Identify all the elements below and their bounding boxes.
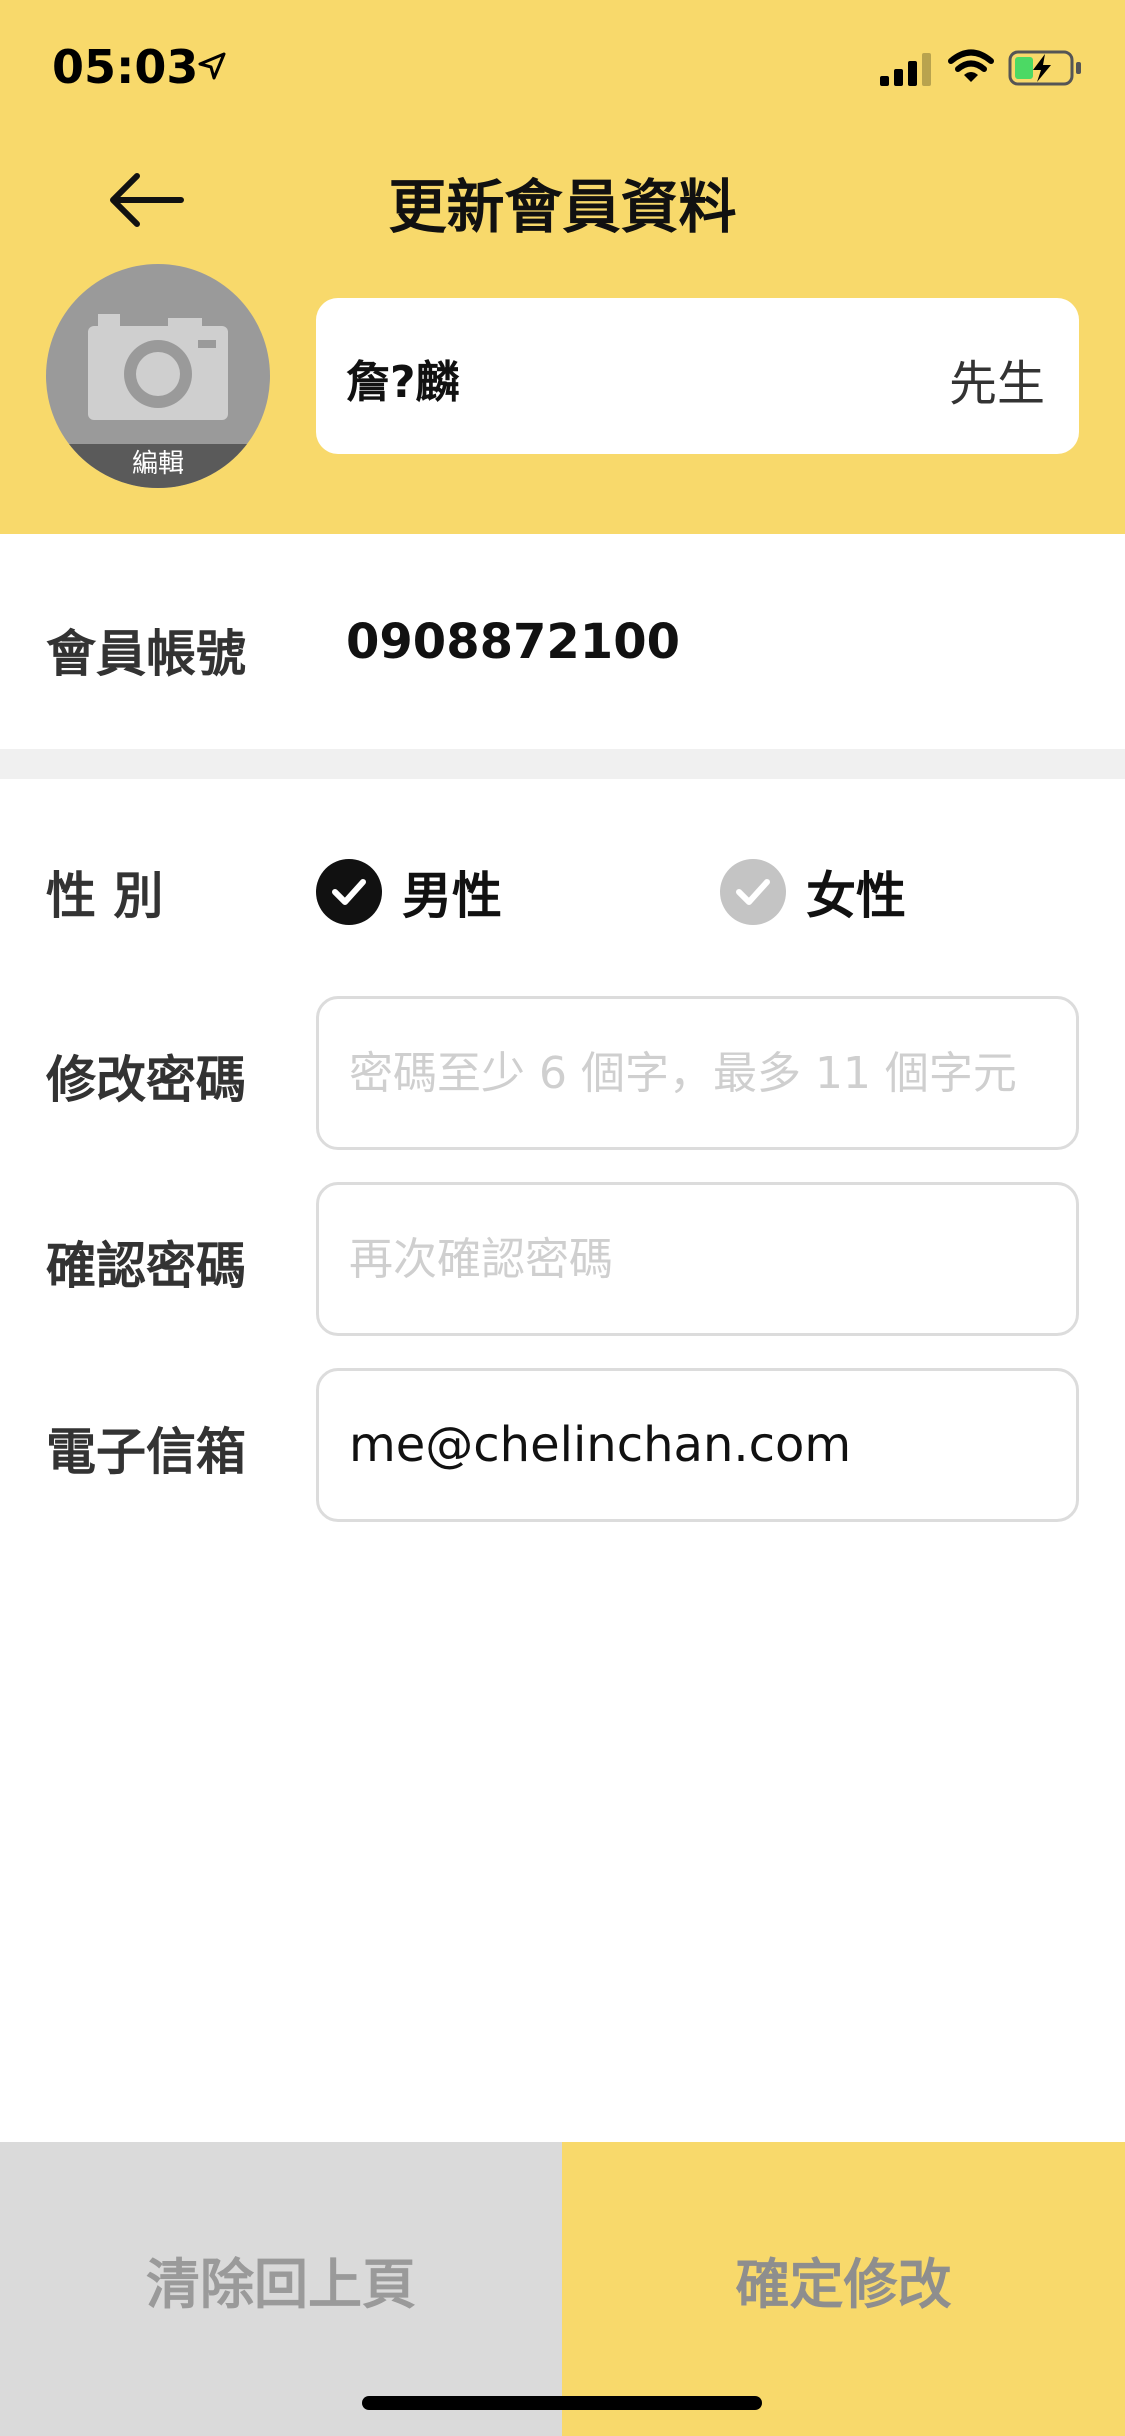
confirm-password-label: 確認密碼 xyxy=(46,1237,246,1295)
account-label: 會員帳號 xyxy=(46,625,246,683)
member-name: 詹?麟 xyxy=(346,357,460,408)
avatar[interactable]: 編輯 xyxy=(46,264,270,488)
gender-option-label: 女性 xyxy=(806,867,906,925)
header: 05:03 更新會員資料 編輯 詹?麟 先生 xyxy=(0,0,1125,534)
page-title: 更新會員資料 xyxy=(388,173,737,241)
check-circle-icon xyxy=(720,859,786,925)
gender-option-female[interactable]: 女性 xyxy=(720,856,906,928)
password-label: 修改密碼 xyxy=(46,1051,246,1109)
confirm-password-input[interactable] xyxy=(316,1182,1079,1336)
password-input[interactable] xyxy=(316,996,1079,1150)
confirm-update-button[interactable]: 確定修改 xyxy=(562,2142,1125,2436)
gender-option-label: 男性 xyxy=(402,867,502,925)
email-label: 電子信箱 xyxy=(46,1423,246,1481)
location-arrow-icon xyxy=(198,52,226,80)
check-circle-icon xyxy=(316,859,382,925)
clear-back-button[interactable]: 清除回上頁 xyxy=(0,2142,562,2436)
account-value: 0908872100 xyxy=(346,614,680,670)
email-input[interactable] xyxy=(316,1368,1079,1522)
section-divider xyxy=(0,749,1125,779)
name-card[interactable]: 詹?麟 先生 xyxy=(316,298,1079,454)
account-row: 會員帳號 0908872100 xyxy=(0,534,1125,749)
member-title[interactable]: 先生 xyxy=(949,344,1045,414)
cellular-signal-icon xyxy=(880,53,931,86)
status-time: 05:03 xyxy=(52,40,199,94)
home-indicator xyxy=(362,2396,762,2410)
gender-option-male[interactable]: 男性 xyxy=(316,856,502,928)
battery-charging-icon xyxy=(1008,50,1081,86)
gender-label: 性 別 xyxy=(46,867,164,925)
camera-icon xyxy=(88,314,228,420)
avatar-edit-label[interactable]: 編輯 xyxy=(46,444,270,488)
wifi-icon xyxy=(948,49,994,82)
